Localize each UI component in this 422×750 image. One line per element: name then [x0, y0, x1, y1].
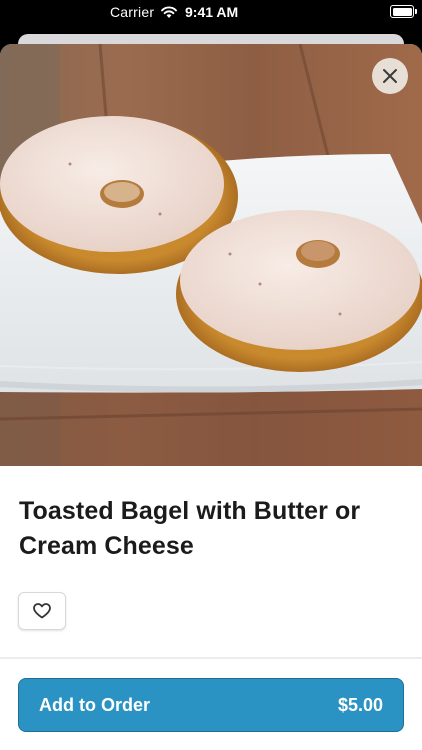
battery-icon [390, 5, 417, 18]
close-button[interactable] [372, 58, 408, 94]
favorite-button[interactable] [18, 592, 66, 630]
heart-icon [33, 603, 51, 619]
close-icon [383, 69, 397, 83]
status-left: Carrier [110, 4, 178, 20]
item-title: Toasted Bagel with Butter or Cream Chees… [19, 497, 361, 560]
item-price: $5.00 [337, 694, 383, 715]
wifi-icon [161, 6, 178, 18]
add-to-order-label: Add to Order [39, 694, 150, 715]
carrier-label: Carrier [110, 4, 155, 20]
status-bar: Carrier 9:41 AM [0, 0, 422, 24]
item-image [0, 44, 422, 466]
clock: 9:41 AM [185, 4, 239, 20]
divider [0, 657, 422, 659]
screen: Carrier 9:41 AM Toasted Bagel with Butte… [0, 0, 422, 750]
bagel-photo [0, 44, 422, 466]
add-to-order-button[interactable]: Add to Order $5.00 [18, 678, 404, 732]
item-detail-sheet: Toasted Bagel with Butter or Cream Chees… [0, 44, 422, 750]
